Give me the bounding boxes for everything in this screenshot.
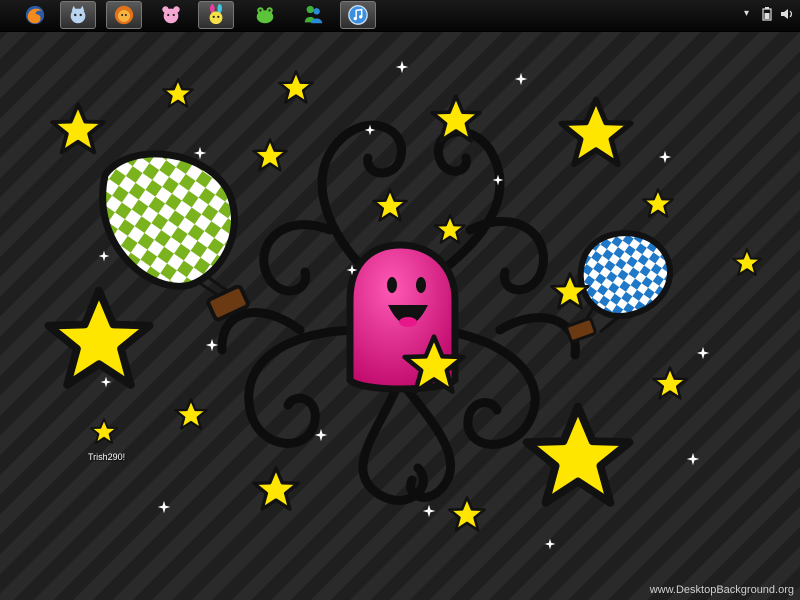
watermark-text: www.DesktopBackground.org xyxy=(649,584,794,596)
firefox-icon xyxy=(25,5,45,25)
itunes-icon xyxy=(348,5,368,25)
taskbar-messenger-button[interactable] xyxy=(300,2,326,28)
taskbar-bunny-button[interactable] xyxy=(198,1,234,29)
desktop-background: Trish290! www.DesktopBackground.org xyxy=(0,0,800,600)
wallpaper-art xyxy=(0,60,762,550)
tray-overflow-arrow[interactable]: ▾ xyxy=(744,8,749,19)
green-hot-air-balloon xyxy=(99,150,250,322)
taskbar-bear-button[interactable] xyxy=(158,2,184,28)
speaker-icon[interactable] xyxy=(780,7,794,24)
lion-icon xyxy=(114,5,134,25)
taskbar-lion-button[interactable] xyxy=(106,1,142,29)
desktop-shortcut-label[interactable]: Trish290! xyxy=(88,452,125,462)
bunny-icon xyxy=(209,4,223,25)
taskbar: ▾ xyxy=(0,0,800,32)
messenger-icon xyxy=(304,5,323,24)
taskbar-frog-button[interactable] xyxy=(252,2,278,28)
taskbar-itunes-button[interactable] xyxy=(340,1,376,29)
taskbar-cat-button[interactable] xyxy=(60,1,96,29)
bear-icon xyxy=(162,6,180,24)
battery-icon[interactable] xyxy=(762,7,772,24)
taskbar-firefox-button[interactable] xyxy=(22,2,48,28)
cat-icon xyxy=(70,5,86,24)
frog-icon xyxy=(256,7,274,24)
